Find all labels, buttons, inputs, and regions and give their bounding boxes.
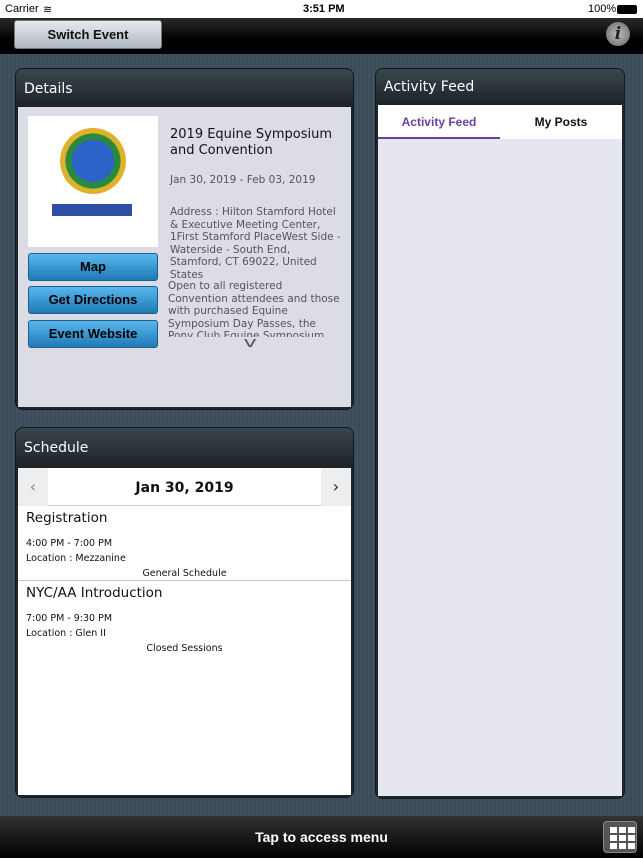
session-name: NYC/AA Introduction	[26, 585, 163, 601]
tab-my-posts[interactable]: My Posts	[500, 105, 622, 139]
session-time: 4:00 PM - 7:00 PM	[26, 538, 113, 549]
session-location: Location : Glen II	[26, 628, 106, 639]
details-title: Details	[16, 69, 353, 107]
get-directions-button[interactable]: Get Directions	[28, 286, 158, 314]
event-website-button[interactable]: Event Website	[28, 320, 158, 348]
tab-activity-feed[interactable]: Activity Feed	[378, 105, 500, 139]
session-category: Closed Sessions	[146, 643, 223, 654]
status-bar: Carrier ≋ 3:51 PM 100%	[0, 0, 643, 18]
bottom-menu-bar[interactable]: Tap to access menu	[0, 816, 643, 858]
activity-feed-title: Activity Feed	[376, 69, 624, 105]
event-description: Open to all registered Convention attend…	[168, 280, 340, 337]
info-icon[interactable]: i	[606, 22, 630, 46]
logo-banner	[52, 204, 132, 216]
next-day-button[interactable]: ›	[321, 468, 351, 506]
schedule-body: ‹ Jan 30, 2019 › Registration 4:00 PM - …	[18, 468, 351, 795]
activity-feed-body: Activity Feed My Posts	[378, 105, 622, 796]
menu-label: Tap to access menu	[255, 829, 388, 845]
schedule-title: Schedule	[16, 428, 353, 468]
grid-menu-icon[interactable]	[603, 821, 637, 853]
session-category: General Schedule	[142, 568, 227, 579]
details-body: Map Get Directions Event Website 2019 Eq…	[18, 107, 351, 407]
session-name: Registration	[26, 510, 108, 526]
event-address: Address : Hilton Stamford Hotel & Execut…	[170, 206, 341, 281]
wifi-icon: ≋	[43, 4, 53, 16]
session-item[interactable]: Registration 4:00 PM - 7:00 PM Location …	[18, 506, 351, 581]
prev-day-button[interactable]: ‹	[18, 468, 48, 506]
event-name: 2019 Equine Symposium and Convention	[170, 127, 333, 158]
session-location: Location : Mezzanine	[26, 553, 126, 564]
schedule-date: Jan 30, 2019	[135, 480, 234, 496]
map-button[interactable]: Map	[28, 253, 158, 281]
switch-event-button[interactable]: Switch Event	[14, 20, 162, 49]
feed-tabs: Activity Feed My Posts	[378, 105, 622, 139]
details-panel: Details Map Get Directions Event Website…	[15, 68, 354, 410]
battery-level: 100%	[588, 3, 617, 15]
battery-icon	[617, 5, 637, 14]
date-bar: ‹ Jan 30, 2019 ›	[18, 468, 351, 506]
chevron-down-icon[interactable]: v	[244, 335, 257, 351]
activity-feed-panel: Activity Feed Activity Feed My Posts	[375, 68, 625, 799]
schedule-panel: Schedule ‹ Jan 30, 2019 › Registration 4…	[15, 427, 354, 798]
carrier: Carrier	[5, 3, 39, 15]
time: 3:51 PM	[303, 3, 345, 15]
event-dates: Jan 30, 2019 - Feb 03, 2019	[170, 174, 316, 186]
logo-medal	[60, 128, 126, 194]
nav-bar: Switch Event i	[0, 18, 643, 54]
session-time: 7:00 PM - 9:30 PM	[26, 613, 113, 624]
session-item[interactable]: NYC/AA Introduction 7:00 PM - 9:30 PM Lo…	[18, 581, 351, 656]
event-logo	[28, 116, 158, 247]
